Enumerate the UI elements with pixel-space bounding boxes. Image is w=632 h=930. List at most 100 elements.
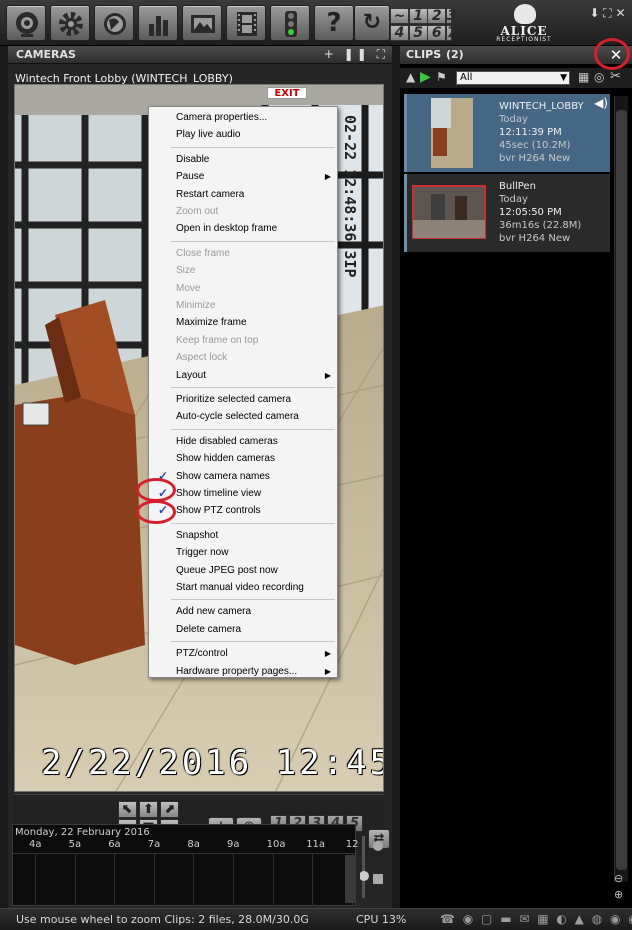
menu-item-label: Show PTZ controls [176,505,261,517]
brand-logo: ALICE RECEPTIONIST [484,4,564,43]
clips-scrollbar[interactable] [614,96,628,882]
menu-item-show-hidden-cameras[interactable]: Show hidden cameras [149,450,337,467]
menu-item-trigger-now[interactable]: Trigger now [149,544,337,561]
timeline-zoom-slider[interactable] [360,836,384,898]
menu-item-label: Layout [176,369,207,381]
cameras-button[interactable] [6,5,46,41]
clip-name: BullPen [499,181,536,192]
menu-item-open-in-desktop-frame[interactable]: Open in desktop frame [149,220,337,237]
menu-item-label: Show camera names [176,470,270,482]
timeline-tick-label: 4a [29,839,42,850]
clip-item[interactable]: WINTECH_LOBBY Today 12:11:39 PM 45sec (1… [404,94,610,172]
menu-item-maximize-frame[interactable]: Maximize frame [149,314,337,331]
timeline-tick-label: 8a [187,839,200,850]
tools-icon[interactable]: ✂ [610,69,621,84]
help-icon: ? [326,8,342,38]
close-icon[interactable]: ✕ [614,6,627,20]
pan-up-right-button[interactable]: ⬈ [160,801,179,818]
layout-cell[interactable]: 5 [408,25,428,41]
status-bar: Use mouse wheel to zoom Clips: 2 files, … [0,908,632,930]
menu-item-ptz-control[interactable]: PTZ/control ▶ [149,645,337,662]
layout-cell[interactable]: 6 [427,25,447,41]
zoom-out-icon[interactable]: ⊖ [614,872,623,885]
menu-item-show-camera-names[interactable]: Show camera names ✓ [149,468,337,485]
checkmark-icon: ✓ [157,486,169,500]
refresh-icon: ↻ [362,10,382,35]
menu-item-show-ptz-controls[interactable]: Show PTZ controls ✓ [149,502,337,519]
audio-icon[interactable]: ◀) [594,96,608,110]
alert-filter-icon[interactable]: ▲ [406,70,415,84]
menu-item-layout[interactable]: Layout ▶ [149,367,337,384]
menu-item-add-new-camera[interactable]: Add new camera [149,603,337,620]
play-icon[interactable]: ▶ [420,69,431,85]
web-button[interactable] [94,5,134,41]
clip-codec: bvr H264 New [499,153,571,164]
layout-cell[interactable]: 1 [408,8,428,24]
clip-item[interactable]: BullPen Today 12:05:50 PM 36m16s (22.8M)… [404,174,610,252]
clip-duration: 45sec (10.2M) [499,140,571,151]
clock-icon[interactable] [373,841,383,851]
cameras-header-icons[interactable]: + ❚❚ ⛶ [324,47,388,62]
timeline-tick-label: 11a [306,839,326,850]
menu-item-pause[interactable]: Pause ▶ [149,168,337,185]
minimize-icon[interactable]: ⬇ [588,6,601,20]
menu-item-label: Camera properties... [176,112,268,123]
alerts-button[interactable] [270,5,310,41]
clip-thumbnail [411,98,491,168]
menu-item-camera-properties[interactable]: Camera properties... [149,109,337,126]
layout-cell[interactable]: 2 [427,8,447,24]
timeline-view[interactable]: Monday, 22 February 2016 4a 5a 6a 7a 8a 9a 10a… [12,824,359,906]
stats-button[interactable] [138,5,178,41]
menu-item-start-manual-video-recording[interactable]: Start manual video recording [149,579,337,596]
clips-close-icon[interactable]: ✕ [608,47,624,63]
clip-filter-select[interactable]: All ▼ [456,71,570,85]
menu-item-prioritize-selected-camera[interactable]: Prioritize selected camera [149,391,337,408]
layout-cell[interactable]: 7 [445,25,457,41]
search-icon[interactable]: ◎ [594,70,604,84]
clips-panel: CLIPS (2) ✕ ▲ ▶ ⚑ All ▼ ▦ ◎ ✂ WINTECH_LO… [400,46,632,908]
layout-cell[interactable]: ~ [390,8,409,24]
maximize-icon[interactable]: ⛶ [601,6,614,21]
menu-item-label: Delete camera [176,623,242,635]
help-button[interactable]: ? [314,5,354,41]
menu-item-queue-jpeg-post-now[interactable]: Queue JPEG post now [149,562,337,579]
calendar-icon[interactable] [373,874,383,884]
layout-cell[interactable]: 4 [390,25,409,41]
status-icons[interactable]: ☎ ◉ ▢ ▬ ✉ ▦ ◐ ▲ ◍ ◉ ◉ [440,912,632,926]
camera-context-menu: Camera properties... Play live audio Disab… [148,106,338,678]
menu-item-snapshot[interactable]: Snapshot [149,527,337,544]
timeline-tick-label: 7a [147,839,161,850]
image-icon [191,15,215,33]
menu-item-hide-disabled-cameras[interactable]: Hide disabled cameras [149,433,337,450]
refresh-button[interactable]: ↻ [354,5,390,41]
zoom-in-icon[interactable]: ⊕ [614,888,623,901]
clip-filter-value: All [460,72,473,83]
clips-scroll-thumb[interactable] [616,110,627,870]
menu-item-hardware-property-pages[interactable]: Hardware property pages... ▶ [149,663,337,680]
menu-item-auto-cycle-selected-camera[interactable]: Auto-cycle selected camera [149,408,337,425]
brand-tagline: RECEPTIONIST [496,36,552,43]
submenu-arrow-icon: ▶ [324,370,331,380]
timeline-ticks: 4a 5a 6a 7a 8a 9a 10a 11a 12 [13,839,359,851]
menu-item-label: Show timeline view [176,488,262,499]
pan-up-left-button[interactable]: ⬉ [118,801,137,818]
flag-icon[interactable]: ⚑ [436,70,447,84]
submenu-arrow-icon: ▶ [324,172,331,182]
menu-item-play-live-audio[interactable]: Play live audio [149,126,337,143]
menu-item-disable[interactable]: Disable [149,151,337,168]
menu-item-label: Start manual video recording [176,582,304,593]
menu-item-label: Minimize [176,300,216,311]
slider-handle[interactable] [360,871,369,881]
layout-cell[interactable]: 3 [445,8,457,24]
menu-item-show-timeline-view[interactable]: Show timeline view ✓ [149,485,337,502]
menu-item-delete-camera[interactable]: Delete camera [149,621,337,638]
pan-up-button[interactable]: ⬆ [139,801,158,818]
menu-item-label: Open in desktop frame [176,223,278,235]
snapshots-button[interactable] [182,5,222,41]
menu-item-restart-camera[interactable]: Restart camera [149,186,337,203]
menu-item-label: Disable [176,153,210,165]
logo-mark [514,4,536,24]
calendar-icon[interactable]: ▦ [578,70,589,84]
settings-button[interactable] [50,5,90,41]
clips-button[interactable] [226,5,266,41]
